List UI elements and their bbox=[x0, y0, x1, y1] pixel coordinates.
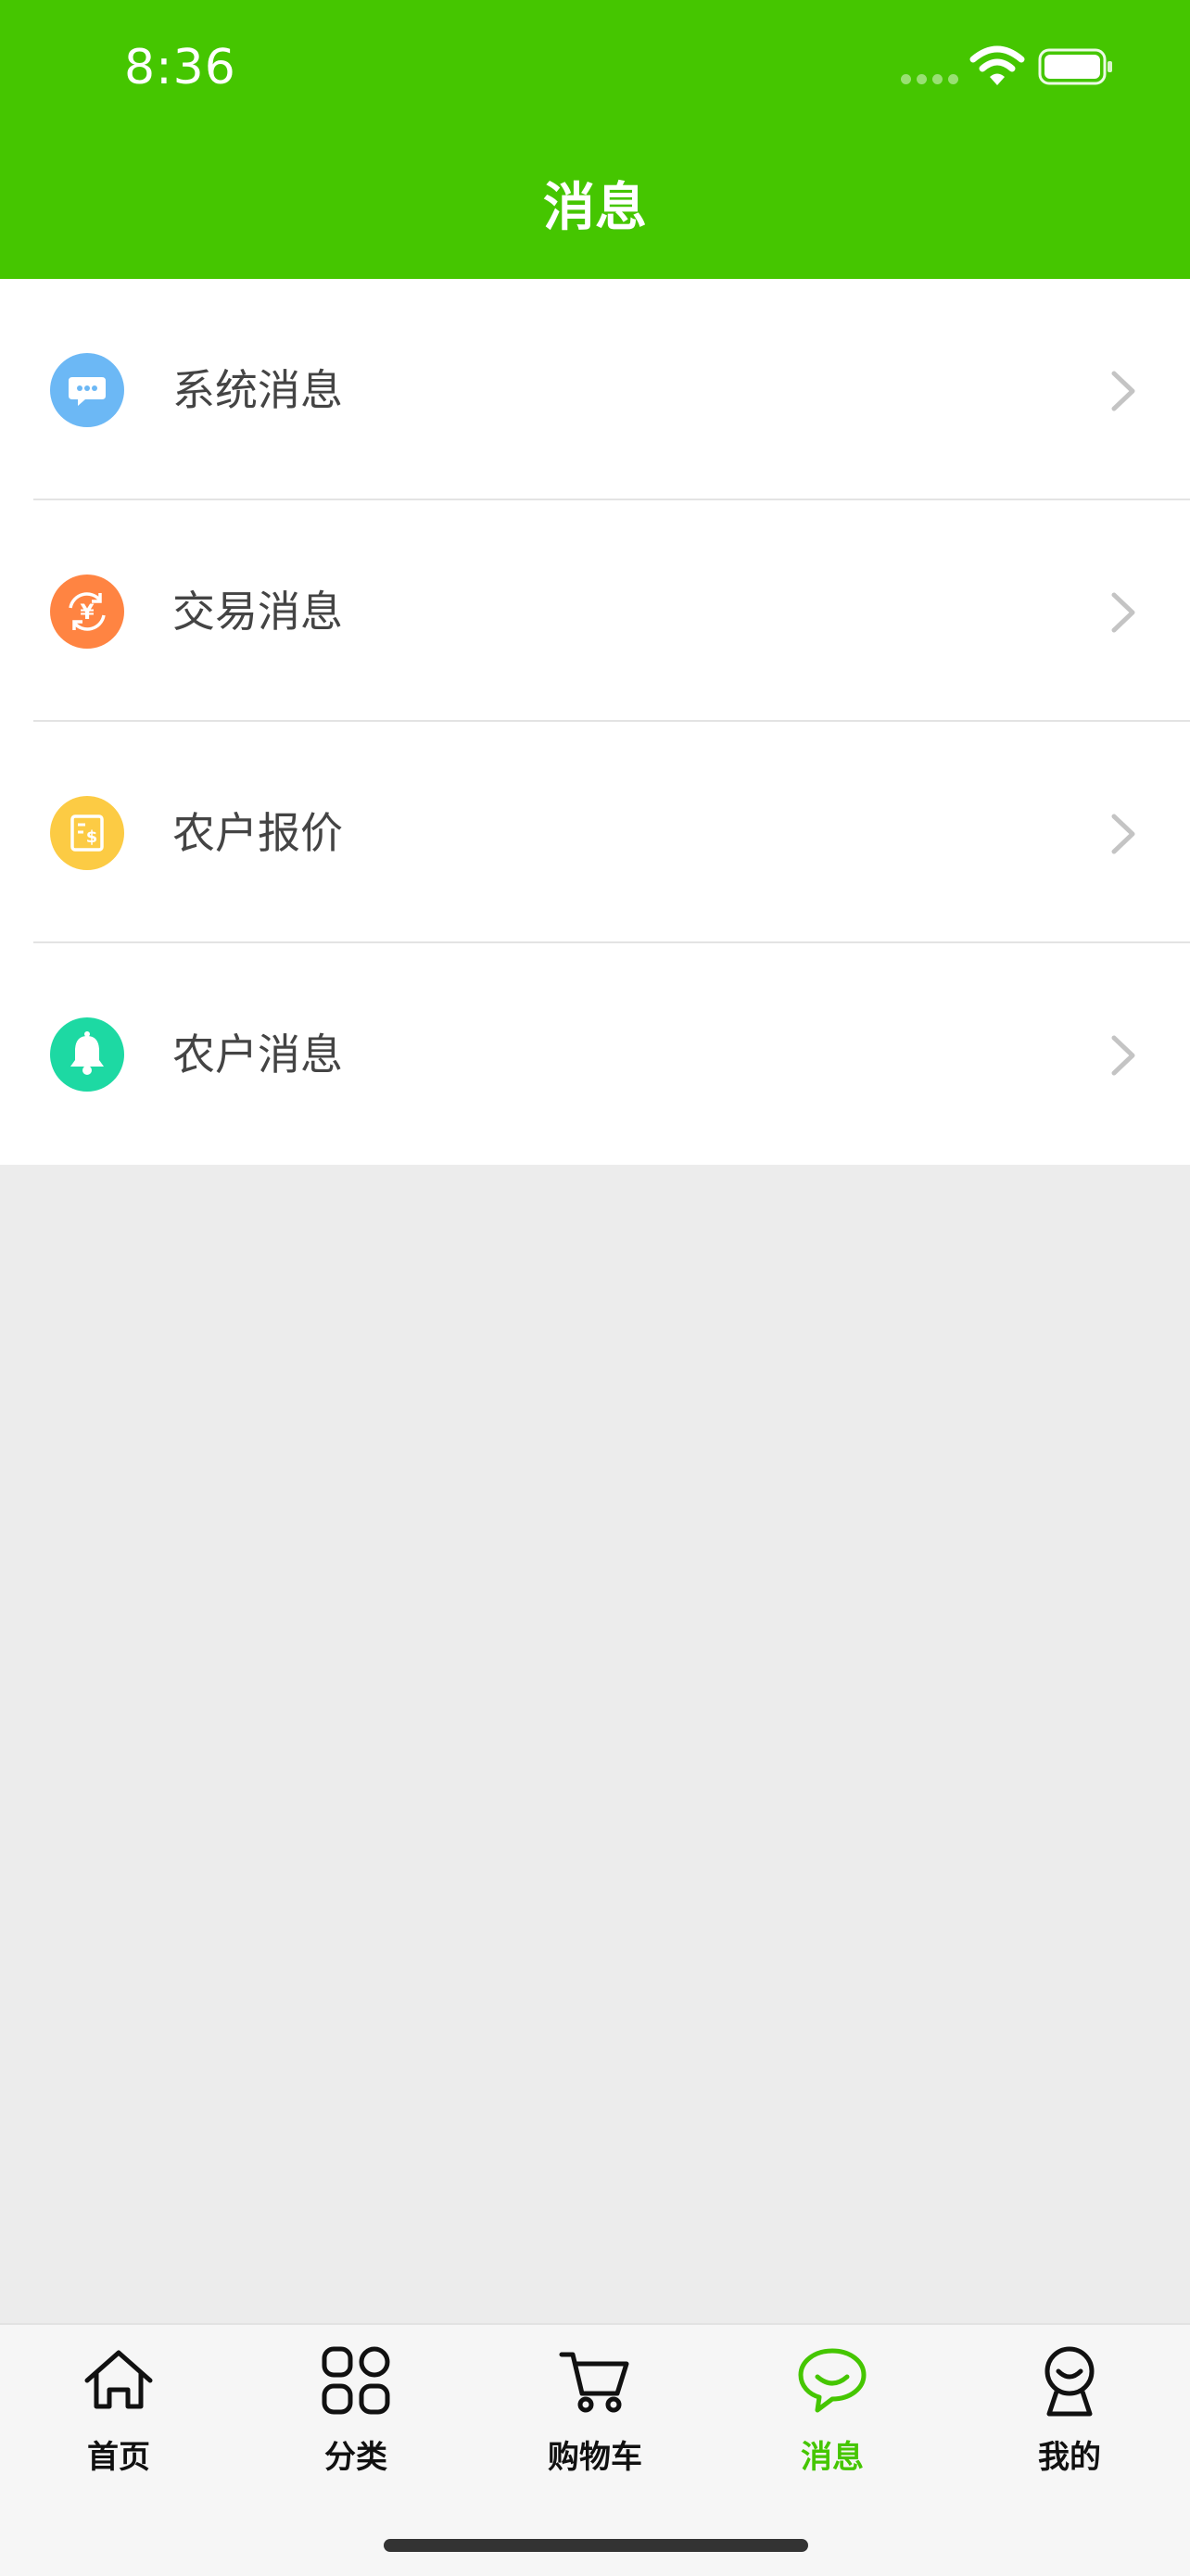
tab-messages[interactable]: 消息 bbox=[714, 2325, 951, 2510]
wifi-icon bbox=[969, 45, 1025, 85]
bell-icon bbox=[50, 1017, 124, 1092]
chevron-right-icon bbox=[1111, 592, 1135, 633]
tab-home[interactable]: 首页 bbox=[0, 2325, 237, 2510]
list-item-farmer-quotes[interactable]: $ 农户报价 bbox=[0, 722, 1190, 943]
list-item-label: 农户报价 bbox=[172, 808, 343, 858]
price-document-icon: $ bbox=[50, 796, 124, 870]
tab-label: 分类 bbox=[324, 2439, 387, 2476]
svg-text:¥: ¥ bbox=[80, 601, 95, 625]
tab-cart[interactable]: 购物车 bbox=[476, 2325, 714, 2510]
tab-label: 消息 bbox=[801, 2439, 864, 2476]
chevron-right-icon bbox=[1111, 1035, 1135, 1076]
list-item-label: 交易消息 bbox=[172, 587, 343, 637]
tab-label: 我的 bbox=[1038, 2439, 1101, 2476]
list-item-label: 农户消息 bbox=[172, 1029, 343, 1080]
cart-icon bbox=[559, 2352, 629, 2413]
home-indicator[interactable] bbox=[384, 2539, 808, 2552]
battery-icon bbox=[1038, 48, 1112, 85]
tab-category[interactable]: 分类 bbox=[237, 2325, 475, 2510]
chevron-right-icon bbox=[1111, 814, 1135, 854]
chevron-right-icon bbox=[1111, 371, 1135, 411]
tab-label: 购物车 bbox=[548, 2439, 642, 2476]
cellular-signal-icon bbox=[901, 74, 960, 85]
grid-icon bbox=[322, 2346, 390, 2415]
svg-text:$: $ bbox=[86, 827, 98, 847]
page-title: 消息 bbox=[543, 178, 647, 238]
status-time: 8:36 bbox=[124, 40, 236, 95]
tab-profile[interactable]: 我的 bbox=[951, 2325, 1188, 2510]
profile-icon bbox=[1044, 2346, 1095, 2417]
list-item-label: 系统消息 bbox=[172, 365, 343, 415]
yuan-exchange-icon: ¥ bbox=[50, 575, 124, 649]
list-item-system-messages[interactable]: 系统消息 bbox=[0, 279, 1190, 500]
message-icon bbox=[798, 2348, 867, 2413]
app-header: 8:36 消息 bbox=[0, 0, 1190, 279]
tab-label: 首页 bbox=[87, 2439, 150, 2476]
message-list: 系统消息 ¥ 交易消息 $ 农户报价 农户消息 bbox=[0, 279, 1190, 1165]
list-item-farmer-messages[interactable]: 农户消息 bbox=[0, 943, 1190, 1165]
chat-bubble-icon bbox=[50, 353, 124, 427]
home-icon bbox=[84, 2350, 153, 2409]
list-item-trade-messages[interactable]: ¥ 交易消息 bbox=[0, 500, 1190, 722]
